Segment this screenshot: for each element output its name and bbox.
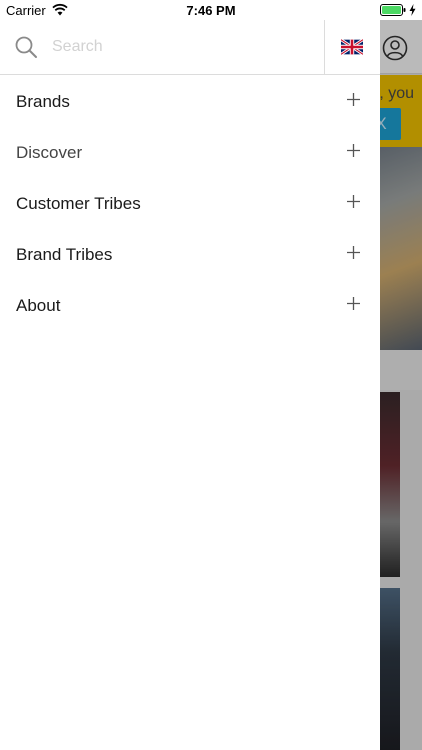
plus-icon[interactable] (347, 144, 360, 157)
menu-item-customer-tribes[interactable]: Customer Tribes (0, 178, 380, 229)
status-bar: Carrier 7:46 PM (0, 0, 422, 20)
menu-item-brand-tribes[interactable]: Brand Tribes (0, 229, 380, 280)
search-divider (324, 20, 325, 75)
plus-icon[interactable] (347, 246, 360, 259)
menu-item-label: Brands (16, 92, 70, 111)
menu-item-label: Discover (16, 143, 83, 162)
plus-icon[interactable] (347, 195, 360, 208)
menu-item-label: Customer Tribes (16, 194, 141, 213)
menu-item-about[interactable]: About (0, 280, 380, 331)
drawer-menu: Brands Discover Customer Tribes Brand Tr… (0, 76, 380, 331)
plus-icon[interactable] (347, 93, 360, 106)
search-bar (0, 20, 380, 75)
battery-icon (380, 4, 406, 16)
side-drawer: Brands Discover Customer Tribes Brand Tr… (0, 20, 380, 750)
charging-icon (409, 4, 416, 16)
menu-item-label: About (16, 296, 61, 315)
uk-flag-icon[interactable] (341, 39, 363, 55)
search-input[interactable] (52, 34, 302, 60)
menu-item-brands[interactable]: Brands (0, 76, 380, 127)
search-icon (15, 36, 37, 58)
status-time: 7:46 PM (186, 3, 236, 18)
plus-icon[interactable] (347, 297, 360, 310)
menu-item-discover[interactable]: Discover (0, 127, 380, 178)
menu-item-label: Brand Tribes (16, 245, 113, 264)
